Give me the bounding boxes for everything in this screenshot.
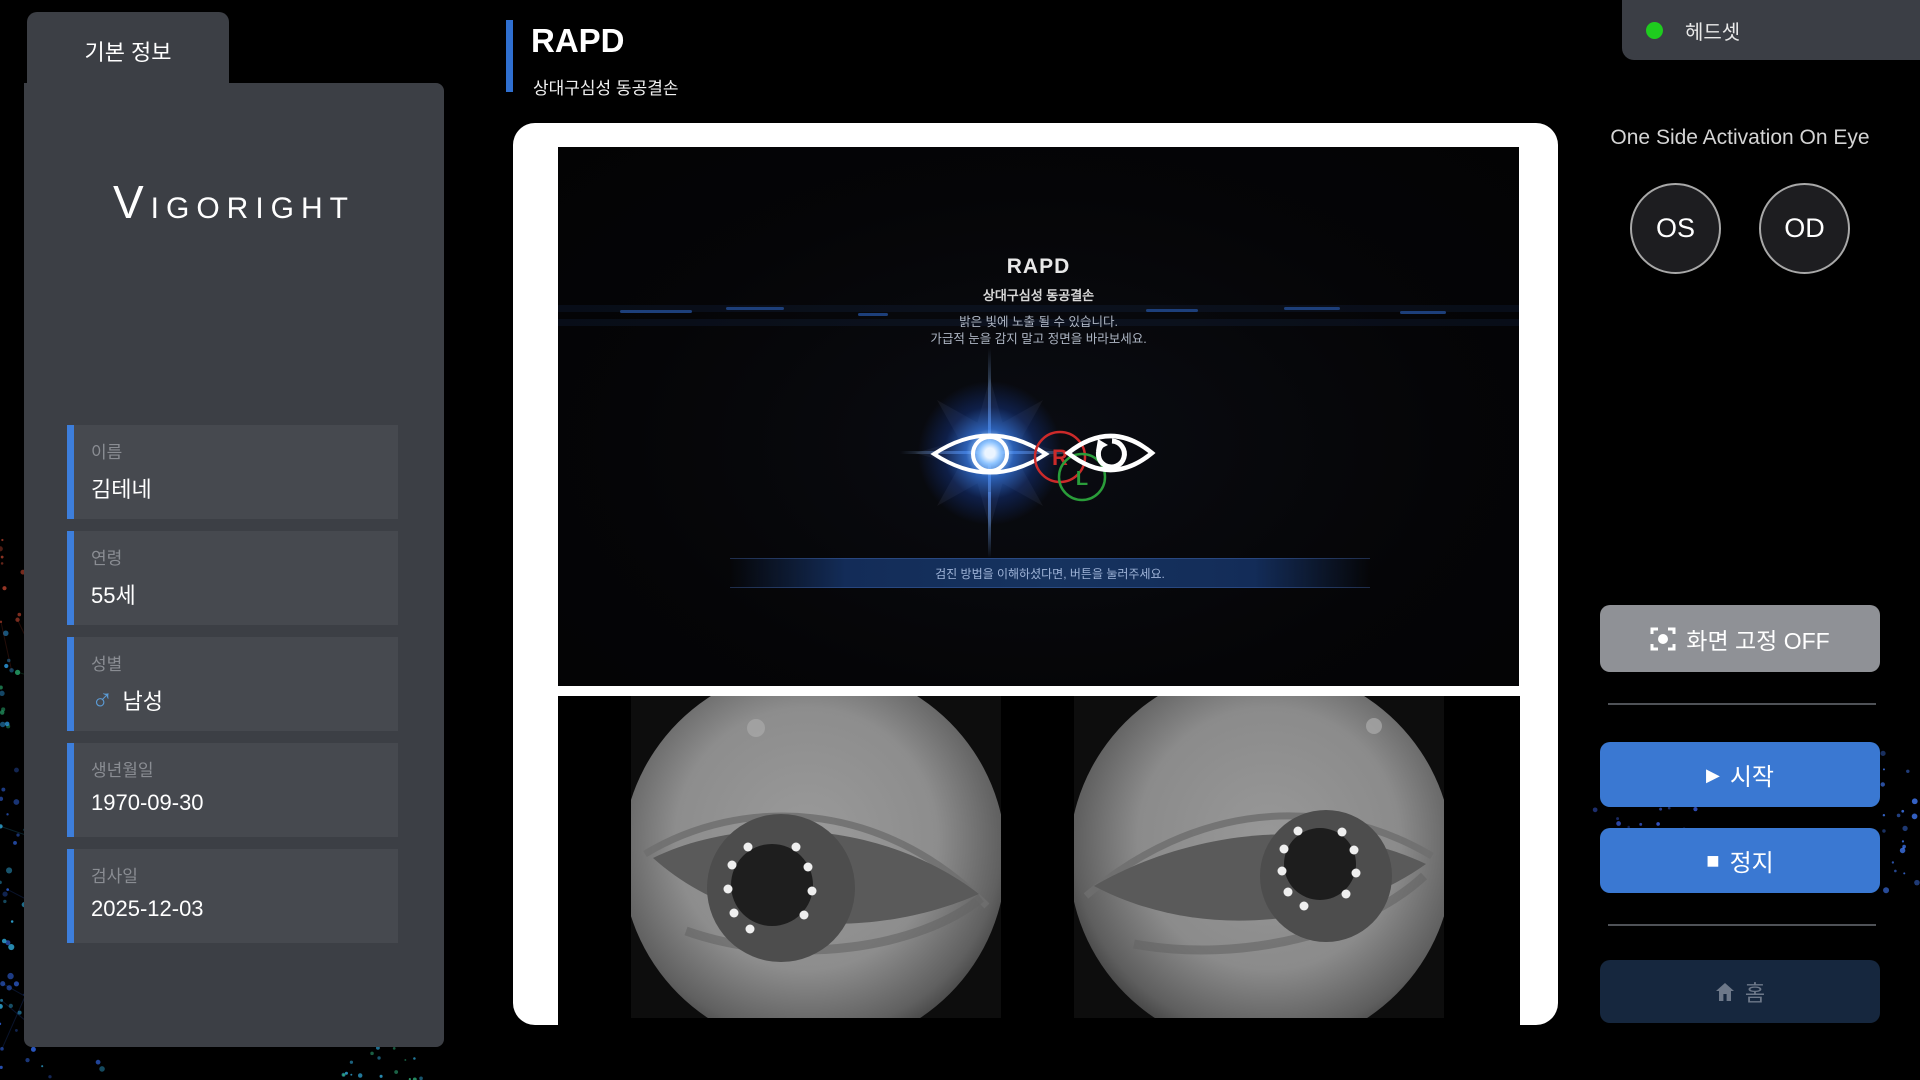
field-examdate-value: 2025-12-03 xyxy=(91,896,398,922)
field-gender-value: ♂ 남성 xyxy=(91,684,398,716)
app-root: 기본 정보 VIGORIGHT 이름 김테네 연령 55세 성별 ♂ 남성 생년… xyxy=(0,0,1920,1080)
home-label: 홈 xyxy=(1745,976,1765,1008)
field-gender-label: 성별 xyxy=(91,650,398,675)
headset-status-panel: 헤드셋 xyxy=(1622,0,1920,60)
divider xyxy=(1608,924,1876,926)
screen-lock-label: 화면 고정 OFF xyxy=(1686,622,1829,656)
field-name-value: 김테네 xyxy=(91,472,398,504)
field-gender-text: 남성 xyxy=(123,684,163,716)
field-age-label: 연령 xyxy=(91,544,398,569)
field-examdate-label: 검사일 xyxy=(91,862,398,887)
play-icon: ▶ xyxy=(1706,766,1720,784)
vr-subtitle: 상대구심성 동공결손 xyxy=(558,285,1519,304)
headset-label: 헤드셋 xyxy=(1685,16,1740,45)
field-birthdate-label: 생년월일 xyxy=(91,756,398,781)
tab-basic-info[interactable]: 기본 정보 xyxy=(27,12,229,90)
stop-button[interactable]: ■ 정지 xyxy=(1600,828,1880,893)
page-title: RAPD xyxy=(531,22,625,60)
field-age: 연령 55세 xyxy=(67,531,398,625)
stop-label: 정지 xyxy=(1730,843,1774,878)
hud-dash xyxy=(726,307,784,310)
r-mark: R xyxy=(1052,445,1068,470)
start-label: 시작 xyxy=(1730,757,1774,792)
home-button[interactable]: 홈 xyxy=(1600,960,1880,1023)
hud-dash xyxy=(620,310,692,313)
hud-dash xyxy=(1284,307,1340,310)
vr-title: RAPD xyxy=(558,255,1519,279)
stop-icon: ■ xyxy=(1706,850,1719,872)
hud-dash xyxy=(1146,309,1198,312)
male-icon: ♂ xyxy=(91,689,114,711)
divider xyxy=(1608,703,1876,705)
screen-lock-button[interactable]: 화면 고정 OFF xyxy=(1600,605,1880,672)
flare-streak xyxy=(988,492,991,558)
field-birthdate: 생년월일 1970-09-30 xyxy=(67,743,398,837)
field-age-value: 55세 xyxy=(91,578,398,610)
field-name: 이름 김테네 xyxy=(67,425,398,519)
home-icon xyxy=(1715,982,1735,1002)
right-eye-camera-image xyxy=(1074,696,1444,1018)
vigoright-logo: VIGORIGHT xyxy=(64,175,404,229)
field-gender: 성별 ♂ 남성 xyxy=(67,637,398,731)
right-eye-rotate-icon: R L xyxy=(1026,415,1156,507)
eye-camera-strip xyxy=(558,696,1520,1080)
l-mark: L xyxy=(1076,468,1088,490)
left-eye-camera-image xyxy=(631,696,1001,1018)
vr-mirror-screen: RAPD 상대구심성 동공결손 밝은 빛에 노출 될 수 있습니다. 가급적 눈… xyxy=(558,147,1519,686)
field-birthdate-value: 1970-09-30 xyxy=(91,790,398,816)
field-name-label: 이름 xyxy=(91,438,398,463)
title-accent-bar xyxy=(506,20,513,92)
content-panel: RAPD 상대구심성 동공결손 밝은 빛에 노출 될 수 있습니다. 가급적 눈… xyxy=(513,123,1558,1025)
start-button[interactable]: ▶ 시작 xyxy=(1600,742,1880,807)
vr-bottom-bar: 검진 방법을 이해하셨다면, 버튼을 눌러주세요. xyxy=(730,558,1370,588)
screen-focus-icon xyxy=(1650,626,1676,652)
hud-dash xyxy=(1400,311,1446,314)
od-button[interactable]: OD xyxy=(1759,183,1850,274)
os-button[interactable]: OS xyxy=(1630,183,1721,274)
hud-dash xyxy=(858,313,888,316)
one-side-activation-label: One Side Activation On Eye xyxy=(1570,126,1910,150)
field-examdate: 검사일 2025-12-03 xyxy=(67,849,398,943)
page-subtitle: 상대구심성 동공결손 xyxy=(533,74,678,99)
vr-bottom-message: 검진 방법을 이해하셨다면, 버튼을 눌러주세요. xyxy=(935,565,1165,582)
headset-status-icon xyxy=(1646,22,1663,39)
vr-instruction-2: 가급적 눈을 감지 말고 정면을 바라보세요. xyxy=(558,328,1519,347)
